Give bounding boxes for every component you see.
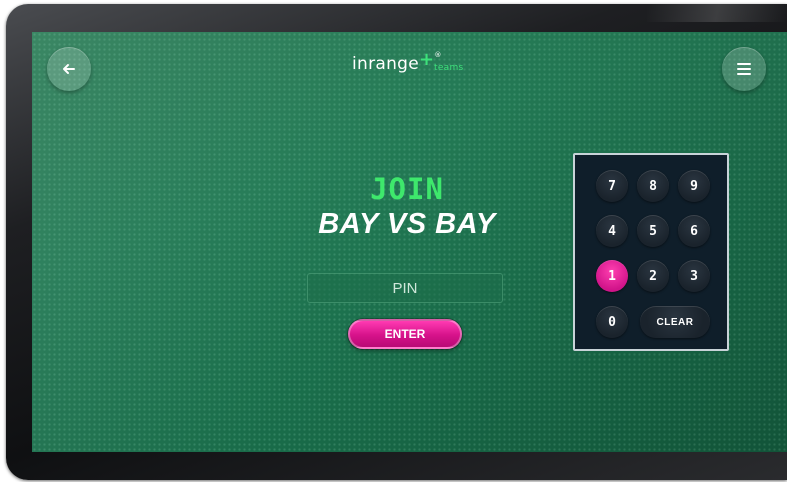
hamburger-menu-icon xyxy=(737,63,751,75)
key-1[interactable]: 1 xyxy=(596,260,628,292)
key-0[interactable]: 0 xyxy=(596,306,628,338)
clear-button[interactable]: CLEAR xyxy=(640,306,710,338)
back-button[interactable] xyxy=(47,47,91,91)
event-name: BAY VS BAY xyxy=(318,208,496,240)
key-3[interactable]: 3 xyxy=(678,260,710,292)
key-5[interactable]: 5 xyxy=(637,215,669,247)
pin-input[interactable] xyxy=(307,273,503,303)
number-keypad: 7 8 9 4 5 6 1 2 3 0 CLEAR xyxy=(573,153,729,351)
arrow-left-icon xyxy=(63,64,75,74)
key-2[interactable]: 2 xyxy=(637,260,669,292)
app-screen: inrange+® teams JOIN BAY VS BAY ENTER 7 … xyxy=(32,32,787,452)
key-6[interactable]: 6 xyxy=(678,215,710,247)
join-heading: JOIN xyxy=(370,172,444,206)
key-8[interactable]: 8 xyxy=(637,170,669,202)
key-9[interactable]: 9 xyxy=(678,170,710,202)
key-7[interactable]: 7 xyxy=(596,170,628,202)
logo-plus: + xyxy=(419,49,435,70)
logo-registered: ® xyxy=(434,51,442,59)
enter-button[interactable]: ENTER xyxy=(348,319,462,349)
logo-text: inrange xyxy=(352,54,420,74)
inrange-logo: inrange+® teams xyxy=(352,49,463,75)
logo-teams: teams xyxy=(434,63,464,73)
menu-button[interactable] xyxy=(722,47,766,91)
frame-gloss xyxy=(647,4,787,22)
key-4[interactable]: 4 xyxy=(596,215,628,247)
